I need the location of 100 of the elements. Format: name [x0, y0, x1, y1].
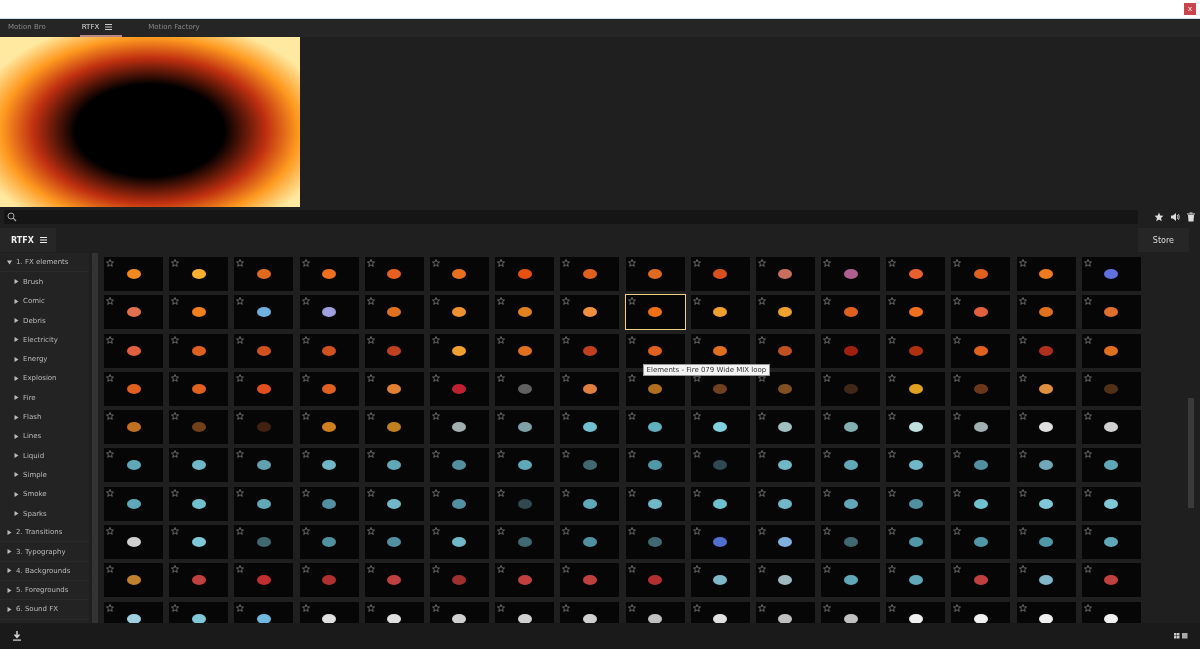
- effect-thumbnail[interactable]: [299, 410, 359, 445]
- effect-thumbnail[interactable]: [364, 333, 424, 368]
- star-icon[interactable]: [953, 412, 962, 421]
- effect-thumbnail[interactable]: [429, 448, 489, 483]
- star-icon[interactable]: [366, 412, 375, 421]
- effect-thumbnail[interactable]: [625, 563, 685, 598]
- expand-icon[interactable]: [7, 549, 12, 555]
- star-icon[interactable]: [1018, 412, 1027, 421]
- effect-thumbnail[interactable]: [625, 257, 685, 291]
- effect-thumbnail[interactable]: [886, 486, 946, 521]
- star-icon[interactable]: [236, 488, 245, 497]
- effect-thumbnail[interactable]: [560, 410, 620, 445]
- star-icon[interactable]: [562, 488, 571, 497]
- effect-thumbnail[interactable]: [886, 295, 946, 330]
- effect-thumbnail[interactable]: [560, 525, 620, 560]
- effect-thumbnail[interactable]: [821, 410, 881, 445]
- expand-icon[interactable]: [14, 337, 19, 343]
- effect-thumbnail[interactable]: [625, 525, 685, 560]
- menu-icon[interactable]: [39, 237, 47, 243]
- expand-icon[interactable]: [14, 356, 19, 362]
- effect-thumbnail[interactable]: [234, 448, 294, 483]
- effect-thumbnail[interactable]: [690, 257, 750, 291]
- effect-thumbnail[interactable]: [821, 371, 881, 406]
- star-icon[interactable]: [1083, 565, 1092, 574]
- effect-thumbnail[interactable]: [104, 295, 163, 330]
- star-icon[interactable]: [431, 335, 440, 344]
- effect-thumbnail[interactable]: [1016, 295, 1076, 330]
- effect-thumbnail[interactable]: [690, 563, 750, 598]
- effect-thumbnail[interactable]: [495, 448, 555, 483]
- effect-thumbnail[interactable]: [104, 371, 163, 406]
- star-icon[interactable]: [757, 603, 766, 612]
- star-icon[interactable]: [627, 488, 636, 497]
- star-icon[interactable]: [106, 373, 114, 382]
- effect-thumbnail[interactable]: [951, 371, 1011, 406]
- effect-thumbnail[interactable]: [886, 448, 946, 483]
- star-icon[interactable]: [627, 259, 636, 267]
- star-icon[interactable]: [1083, 450, 1092, 459]
- star-icon[interactable]: [1154, 212, 1164, 222]
- star-icon[interactable]: [757, 527, 766, 536]
- expand-icon[interactable]: [14, 375, 19, 381]
- effect-thumbnail[interactable]: [560, 295, 620, 330]
- star-icon[interactable]: [627, 565, 636, 574]
- effect-thumbnail[interactable]: [951, 257, 1011, 291]
- effect-thumbnail[interactable]: [755, 257, 815, 291]
- star-icon[interactable]: [171, 412, 180, 421]
- effect-thumbnail[interactable]: [625, 333, 685, 368]
- star-icon[interactable]: [1083, 297, 1092, 306]
- effect-thumbnail[interactable]: [104, 525, 163, 560]
- effect-thumbnail[interactable]: [886, 257, 946, 291]
- star-icon[interactable]: [953, 603, 962, 612]
- star-icon[interactable]: [431, 412, 440, 421]
- effect-thumbnail[interactable]: [299, 486, 359, 521]
- star-icon[interactable]: [953, 450, 962, 459]
- effect-thumbnail[interactable]: [299, 563, 359, 598]
- effect-thumbnail[interactable]: [234, 257, 294, 291]
- expand-icon[interactable]: [14, 491, 19, 497]
- effect-thumbnail[interactable]: [1081, 448, 1141, 483]
- effect-thumbnail[interactable]: [690, 448, 750, 483]
- effect-thumbnail[interactable]: [364, 486, 424, 521]
- star-icon[interactable]: [562, 259, 571, 267]
- effect-thumbnail[interactable]: [625, 486, 685, 521]
- star-icon[interactable]: [627, 450, 636, 459]
- star-icon[interactable]: [823, 603, 832, 612]
- star-icon[interactable]: [497, 450, 506, 459]
- star-icon[interactable]: [301, 565, 310, 574]
- star-icon[interactable]: [171, 527, 180, 536]
- star-icon[interactable]: [692, 527, 701, 536]
- effect-thumbnail[interactable]: [821, 257, 881, 291]
- star-icon[interactable]: [431, 527, 440, 536]
- star-icon[interactable]: [301, 450, 310, 459]
- star-icon[interactable]: [692, 488, 701, 497]
- star-icon[interactable]: [106, 450, 114, 459]
- star-icon[interactable]: [1083, 488, 1092, 497]
- effect-thumbnail[interactable]: [299, 295, 359, 330]
- star-icon[interactable]: [497, 373, 506, 382]
- effect-thumbnail[interactable]: [1016, 448, 1076, 483]
- star-icon[interactable]: [1018, 259, 1027, 267]
- star-icon[interactable]: [301, 603, 310, 612]
- effect-thumbnail[interactable]: [1081, 410, 1141, 445]
- effect-thumbnail[interactable]: [1081, 371, 1141, 406]
- star-icon[interactable]: [1083, 259, 1092, 267]
- star-icon[interactable]: [366, 450, 375, 459]
- download-icon[interactable]: [12, 631, 22, 641]
- star-icon[interactable]: [953, 297, 962, 306]
- star-icon[interactable]: [171, 603, 180, 612]
- star-icon[interactable]: [1018, 335, 1027, 344]
- star-icon[interactable]: [627, 412, 636, 421]
- effect-thumbnail[interactable]: [951, 448, 1011, 483]
- star-icon[interactable]: [171, 565, 180, 574]
- star-icon[interactable]: [757, 297, 766, 306]
- effect-thumbnail[interactable]: [234, 410, 294, 445]
- effect-thumbnail[interactable]: [429, 257, 489, 291]
- expand-icon[interactable]: [7, 587, 12, 593]
- star-icon[interactable]: [823, 259, 832, 267]
- star-icon[interactable]: [562, 450, 571, 459]
- effect-thumbnail[interactable]: [560, 257, 620, 291]
- star-icon[interactable]: [823, 450, 832, 459]
- effect-thumbnail[interactable]: [755, 486, 815, 521]
- star-icon[interactable]: [757, 488, 766, 497]
- expand-icon[interactable]: [14, 318, 19, 324]
